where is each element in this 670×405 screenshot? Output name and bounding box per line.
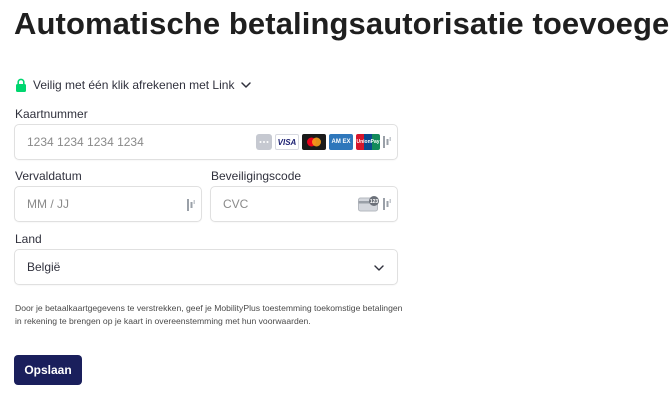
country-label: Land <box>15 232 42 246</box>
lock-icon <box>16 78 26 92</box>
cvc-card-icon-group: 123 <box>358 196 391 212</box>
card-scan-icon <box>383 136 391 148</box>
chevron-down-icon <box>241 82 252 88</box>
expiry-label: Vervaldatum <box>15 169 82 183</box>
link-checkout-label: Veilig met één klik afrekenen met Link <box>33 78 235 92</box>
legal-consent-text: Door je betaalkaartgegevens te verstrekk… <box>15 303 403 326</box>
svg-text:123: 123 <box>370 199 379 205</box>
country-select[interactable]: België <box>14 249 398 285</box>
link-checkout-toggle[interactable]: Veilig met één klik afrekenen met Link <box>15 78 252 92</box>
unionpay-icon: UnionPay <box>356 134 380 150</box>
amex-icon: AM EX <box>329 134 353 150</box>
cvc-card-icon: 123 <box>358 196 379 212</box>
save-button[interactable]: Opslaan <box>14 355 82 385</box>
cvc-placeholder: CVC <box>223 197 249 211</box>
chevron-down-icon <box>374 265 384 271</box>
autofill-icon <box>383 198 391 210</box>
expiry-placeholder: MM / JJ <box>27 197 69 211</box>
card-number-label: Kaartnummer <box>15 107 88 121</box>
page-title: Automatische betalingsautorisatie toevoe… <box>14 6 670 41</box>
card-number-input[interactable]: 1234 1234 1234 1234 VISA AM EX UnionPay <box>14 124 398 160</box>
cvc-input[interactable]: CVC 123 <box>210 186 398 222</box>
card-number-placeholder: 1234 1234 1234 1234 <box>27 135 144 149</box>
visa-icon: VISA <box>275 134 299 150</box>
mastercard-icon <box>302 134 326 150</box>
expiry-input[interactable]: MM / JJ <box>14 186 202 222</box>
country-value: België <box>27 260 61 274</box>
card-brand-icons: VISA AM EX UnionPay <box>256 134 391 150</box>
generic-card-icon <box>256 134 272 150</box>
cvc-label: Beveiligingscode <box>211 169 302 183</box>
autofill-icon <box>187 199 195 211</box>
